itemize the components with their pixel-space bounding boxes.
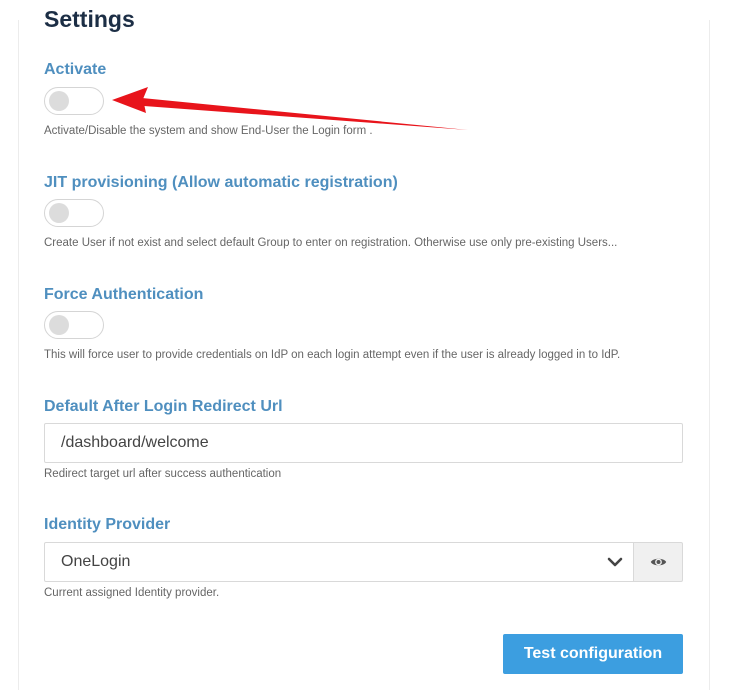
toggle-knob — [49, 91, 69, 111]
view-identity-provider-button[interactable] — [633, 542, 683, 582]
force-authentication-label: Force Authentication — [44, 286, 204, 303]
toggle-knob — [49, 315, 69, 335]
toggle-knob — [49, 203, 69, 223]
eye-icon — [650, 558, 667, 566]
jit-provisioning-help-text: Create User if not exist and select defa… — [44, 237, 618, 249]
activate-help-text: Activate/Disable the system and show End… — [44, 125, 373, 137]
test-configuration-button[interactable]: Test configuration — [503, 634, 683, 674]
redirect-url-help-text: Redirect target url after success authen… — [44, 468, 282, 480]
jit-provisioning-label: JIT provisioning (Allow automatic regist… — [44, 174, 398, 191]
redirect-url-label: Default After Login Redirect Url — [44, 398, 283, 415]
activate-toggle[interactable] — [44, 87, 104, 115]
identity-provider-label: Identity Provider — [44, 516, 171, 533]
page-title: Settings — [44, 6, 135, 32]
identity-provider-help-text: Current assigned Identity provider. — [44, 587, 220, 599]
identity-provider-select[interactable]: OneLogin — [44, 542, 634, 582]
force-authentication-help-text: This will force user to provide credenti… — [44, 349, 621, 361]
redirect-url-input[interactable] — [44, 423, 683, 463]
activate-label: Activate — [44, 61, 107, 78]
jit-provisioning-toggle[interactable] — [44, 199, 104, 227]
chevron-down-icon — [607, 557, 623, 567]
identity-provider-selected-value: OneLogin — [61, 553, 131, 570]
force-authentication-toggle[interactable] — [44, 311, 104, 339]
